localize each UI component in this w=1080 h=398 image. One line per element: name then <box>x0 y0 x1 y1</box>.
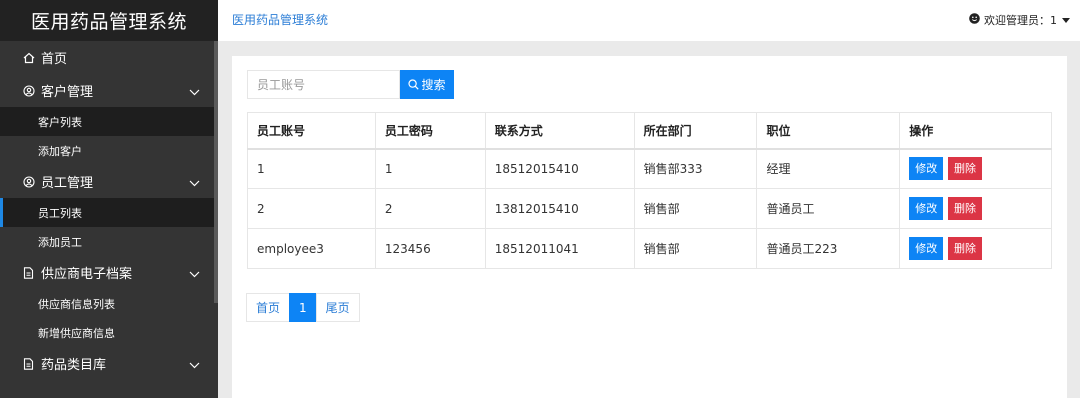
cell-position: 经理 <box>756 148 901 189</box>
sidebar-item-drug-catalog[interactable]: 药品类目库 <box>0 347 218 380</box>
cell-actions: 修改 删除 <box>899 188 1052 229</box>
sidebar-item-home[interactable]: 首页 <box>0 41 218 74</box>
cell-actions: 修改 删除 <box>899 148 1052 189</box>
column-header: 员工账号 <box>247 112 376 150</box>
delete-button[interactable]: 删除 <box>948 157 983 181</box>
cell-department: 销售部 <box>633 188 758 229</box>
cell-actions: 修改 删除 <box>899 228 1052 269</box>
smiley-icon <box>969 13 980 27</box>
cell-password: 123456 <box>374 228 486 269</box>
cell-password: 2 <box>374 188 486 229</box>
edit-button[interactable]: 修改 <box>909 197 944 220</box>
chevron-down-icon <box>189 176 200 191</box>
user-greeting: 欢迎管理员：1 <box>984 14 1057 27</box>
sidebar-subitem-add-employee[interactable]: 添加员工 <box>0 227 218 256</box>
pagination: 首页 1 尾页 <box>246 293 360 322</box>
sidebar-subitem-supplier-list[interactable]: 供应商信息列表 <box>0 289 218 318</box>
sidebar-item-label: 客户管理 <box>41 85 94 100</box>
document-icon <box>23 266 37 279</box>
first-page-link[interactable]: 首页 <box>246 293 291 322</box>
column-header: 所在部门 <box>633 112 758 150</box>
cell-account: 1 <box>247 148 376 189</box>
column-header: 操作 <box>899 112 1052 150</box>
brand-title: 医用药品管理系统 <box>0 0 218 41</box>
sidebar-subitem-customer-list[interactable]: 客户列表 <box>0 107 218 136</box>
edit-button[interactable]: 修改 <box>909 157 944 181</box>
sidebar-item-customers[interactable]: 客户管理 <box>0 74 218 107</box>
sidebar-item-employees[interactable]: 员工管理 <box>0 165 218 198</box>
chevron-down-icon <box>189 85 200 100</box>
home-icon <box>23 52 37 64</box>
top-title-link[interactable]: 医用药品管理系统 <box>232 11 328 28</box>
delete-button[interactable]: 删除 <box>948 197 983 220</box>
search-button-label: 搜索 <box>421 78 446 92</box>
cell-position: 普通员工 <box>756 188 901 229</box>
cell-account: employee3 <box>247 228 376 269</box>
column-header: 联系方式 <box>484 112 635 150</box>
cell-department: 销售部 <box>633 228 758 269</box>
cell-position: 普通员工223 <box>756 228 901 269</box>
last-page-link[interactable]: 尾页 <box>315 293 360 322</box>
user-circle-icon <box>23 175 37 188</box>
table-header-row: 员工账号 员工密码 联系方式 所在部门 职位 操作 <box>247 112 1052 150</box>
chevron-down-icon <box>189 358 200 373</box>
cell-password: 1 <box>374 148 486 189</box>
sidebar: 医用药品管理系统 首页 客户管理 客户列表 添加客户 员工管理 员工列表 添加员… <box>0 0 218 398</box>
cell-department: 销售部333 <box>633 148 758 189</box>
sidebar-item-label: 员工管理 <box>41 176 94 191</box>
column-header: 职位 <box>756 112 901 150</box>
top-bar: 医用药品管理系统 欢迎管理员：1 <box>218 0 1080 41</box>
edit-button[interactable]: 修改 <box>909 237 944 260</box>
search-icon <box>408 79 420 90</box>
sidebar-item-label: 药品类目库 <box>41 358 107 373</box>
sidebar-item-suppliers[interactable]: 供应商电子档案 <box>0 256 218 289</box>
sidebar-scrollbar[interactable] <box>214 41 218 303</box>
column-header: 员工密码 <box>374 112 486 150</box>
table-row: 1 1 18512015410 销售部333 经理 修改 删除 <box>247 148 1052 189</box>
search-button[interactable]: 搜索 <box>400 70 454 99</box>
cell-phone: 13812015410 <box>484 188 635 229</box>
sidebar-subitem-add-customer[interactable]: 添加客户 <box>0 136 218 165</box>
delete-button[interactable]: 删除 <box>948 237 983 260</box>
cell-phone: 18512011041 <box>484 228 635 269</box>
search-input[interactable] <box>247 70 400 99</box>
sidebar-item-label: 供应商电子档案 <box>41 267 133 282</box>
content-card: 搜索 员工账号 员工密码 联系方式 所在部门 职位 操作 1 1 1851201… <box>232 56 1067 398</box>
table-row: employee3 123456 18512011041 销售部 普通员工223… <box>247 228 1052 269</box>
sidebar-subitem-add-supplier[interactable]: 新增供应商信息 <box>0 318 218 347</box>
current-page[interactable]: 1 <box>289 293 317 322</box>
cell-phone: 18512015410 <box>484 148 635 189</box>
caret-down-icon <box>1062 17 1070 23</box>
sidebar-subitem-employee-list[interactable]: 员工列表 <box>0 198 218 227</box>
table-row: 2 2 13812015410 销售部 普通员工 修改 删除 <box>247 188 1052 229</box>
employee-table: 员工账号 员工密码 联系方式 所在部门 职位 操作 1 1 1851201541… <box>247 112 1052 269</box>
cell-account: 2 <box>247 188 376 229</box>
user-circle-icon <box>23 84 37 97</box>
sidebar-item-label: 首页 <box>41 52 68 67</box>
document-icon <box>23 357 37 370</box>
chevron-down-icon <box>189 267 200 282</box>
user-menu[interactable]: 欢迎管理员：1 <box>969 12 1070 28</box>
